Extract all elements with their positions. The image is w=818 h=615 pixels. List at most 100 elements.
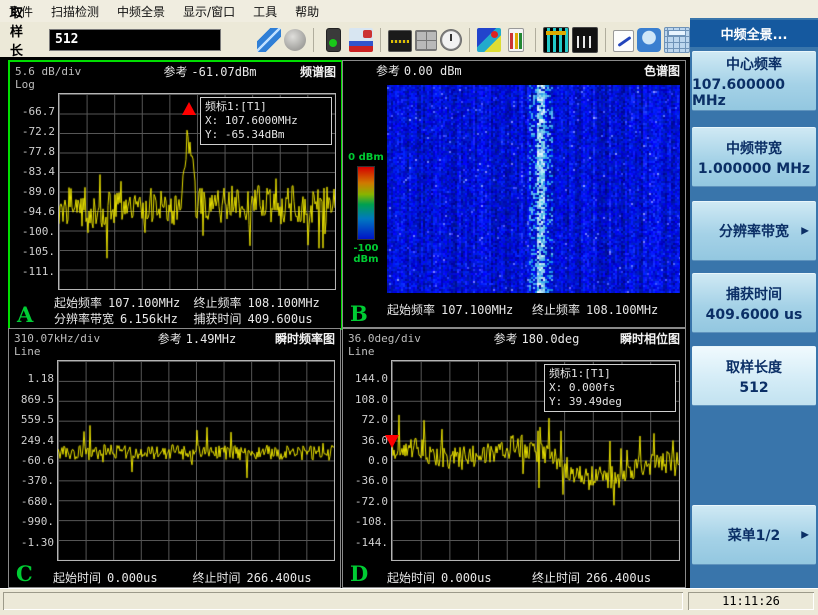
y-tick-label: -680. [20, 494, 54, 508]
y-tick-label: -77.8 [21, 144, 55, 158]
scale-per-div-label: 5.6 dB/div [15, 65, 82, 78]
marker-triangle-icon[interactable] [181, 101, 196, 115]
toolbar-separator [313, 27, 314, 52]
y-tick-label: -105. [21, 245, 55, 259]
status-bar: 11:11:26 [0, 588, 818, 615]
y-tick-label: -83.4 [21, 164, 55, 178]
marker-readout: 频标1:[T1] X: 107.6000MHz Y: -65.34dBm [200, 97, 332, 145]
y-tick-label: -990. [20, 515, 54, 529]
axis-mode-label: Line [14, 345, 41, 358]
softkey-sample-length[interactable]: 取样长度 512 [692, 346, 816, 406]
y-tick-label: 72.0 [361, 413, 389, 427]
panel-title: 频谱图 [299, 65, 336, 79]
y-tick-label: 249.4 [20, 433, 54, 447]
menu-item[interactable]: 扫描检测 [42, 1, 108, 22]
panel-b-header: 参考 0.00 dBm 色谱图 [348, 63, 680, 78]
colorbar-gradient [357, 165, 375, 240]
axis-mode-label: Log [15, 78, 35, 91]
y-tick-label: -66.7 [21, 104, 55, 118]
spectrum-bars-icon[interactable] [543, 26, 569, 53]
reference-level: 参考 -61.07dBm [163, 65, 257, 79]
panel-a-footer: 起始频率 107.100MHz 终止频率 108.100MHz 分辨率带宽 6.156… [54, 296, 320, 326]
panel-title: 瞬时频率图 [274, 332, 335, 346]
chat-icon[interactable] [637, 27, 661, 52]
softkey-if-bandwidth[interactable]: 中频带宽 1.000000 MHz [692, 127, 816, 187]
marker-readout: 频标1:[T1] X: 0.000fs Y: 39.49deg [544, 364, 676, 412]
spectrogram-plot[interactable] [387, 85, 680, 293]
reference-level: 参考 0.00 dBm [376, 64, 462, 78]
panel-c-footer: 起始时间 0.000us 终止时间 266.400us [53, 571, 312, 585]
spectrogram-canvas [387, 85, 680, 293]
menu-item[interactable]: 中频全景 [108, 1, 174, 22]
satellite-icon[interactable] [257, 27, 281, 52]
panel-b-spectrogram[interactable]: 参考 0.00 dBm 色谱图 0 dBm -100 dBm B 起始频率 107… [342, 60, 686, 328]
histogram-icon[interactable] [572, 26, 598, 53]
y-axis-ticks: -66.7 -72.2 -77.8 -83.4 -89.0 -94.6 -100. -105.… [12, 93, 58, 290]
notepad-pen-icon[interactable] [613, 29, 634, 52]
softkey-resolution-bandwidth[interactable]: 分辨率带宽 ▶ [692, 201, 816, 261]
menu-item[interactable]: 显示/窗口 [174, 1, 244, 22]
y-axis-ticks: 144.0 108.0 72.0 36.0 0.0 -36.0 -72.0 -108. -144… [345, 360, 391, 561]
y-tick-label: 1.18 [27, 372, 55, 386]
bar-chart-icon[interactable] [508, 27, 524, 52]
y-tick-label: 0.0 [368, 453, 388, 467]
toolbar: 取样长度: [0, 6, 690, 78]
softkey-center-frequency[interactable]: 中心频率 107.600000 MHz [692, 51, 816, 111]
y-tick-label: 144.0 [354, 372, 388, 386]
y-tick-label: 869.5 [20, 392, 54, 406]
axis-mode-label: Line [348, 345, 375, 358]
toolbar-icons [257, 26, 690, 53]
clock-icon[interactable] [440, 29, 462, 51]
plot-workspace: 5.6 dB/div 参考 -61.07dBm 频谱图 Log -66.7 -72… [0, 57, 690, 588]
scale-per-div-label: 310.07kHz/div [14, 332, 101, 345]
clock-cell: 11:11:26 [688, 592, 814, 610]
y-tick-label: -72.0 [354, 494, 388, 508]
y-tick-label: -370. [20, 474, 54, 488]
panel-title: 色谱图 [643, 64, 680, 78]
waveform-screen-icon[interactable] [388, 29, 412, 52]
marker-triangle-icon[interactable] [385, 434, 399, 448]
colorbar-column: 0 dBm -100 dBm [345, 85, 387, 293]
softkey-capture-time[interactable]: 捕获时间 409.6000 us [692, 273, 816, 333]
y-tick-label: -89.0 [21, 185, 55, 198]
panel-a-body: -66.7 -72.2 -77.8 -83.4 -89.0 -94.6 -100. -105.… [12, 93, 336, 290]
softkey-menu-title[interactable]: 中频全景... [690, 20, 818, 47]
y-axis-ticks: 1.18 869.5 559.5 249.4 -60.6 -370. -680. -990. -… [11, 360, 57, 561]
phase-plot[interactable]: 频标1:[T1] X: 0.000fs Y: 39.49deg [385, 360, 680, 561]
status-time: 11:11:26 [722, 594, 780, 608]
panel-a-header: 5.6 dB/div 参考 -61.07dBm 频谱图 [15, 64, 336, 79]
menu-item[interactable]: 工具 [244, 1, 286, 22]
panel-a-spectrum[interactable]: 5.6 dB/div 参考 -61.07dBm 频谱图 Log -66.7 -72… [8, 60, 343, 330]
frequency-trace-canvas [58, 361, 334, 560]
y-tick-label: -1.30 [20, 535, 54, 549]
y-tick-label: -36.0 [354, 474, 388, 488]
grid-screen-icon[interactable] [415, 30, 437, 51]
panel-b-footer: 起始频率 107.100MHz 终止频率 108.100MHz [387, 303, 659, 317]
panel-d-header: 36.0deg/div 参考 180.0deg 瞬时相位图 [348, 331, 680, 346]
toolbar-separator [535, 27, 536, 52]
spectrum-plot[interactable]: 频标1:[T1] X: 107.6000MHz Y: -65.34dBm [58, 93, 336, 290]
status-message-cell [3, 592, 683, 610]
menu-item[interactable]: 帮助 [286, 1, 328, 22]
y-tick-label: -60.6 [20, 453, 54, 467]
toolbar-separator [380, 27, 381, 52]
globe-icon[interactable] [284, 29, 306, 51]
toolbar-separator [469, 27, 470, 52]
submenu-arrow-icon: ▶ [801, 529, 809, 541]
calculator-icon[interactable] [664, 26, 690, 53]
status-light-icon[interactable] [326, 27, 341, 52]
reference-level: 参考 1.49MHz [157, 332, 237, 346]
frequency-plot[interactable] [57, 360, 335, 561]
y-tick-label: -100. [21, 225, 55, 239]
reference-level: 参考 180.0deg [493, 332, 580, 346]
panel-c-inst-frequency[interactable]: 310.07kHz/div 参考 1.49MHz 瞬时频率图 Line 1.18… [8, 328, 341, 588]
video-camera-icon[interactable] [349, 27, 373, 52]
panel-c-body: 1.18 869.5 559.5 249.4 -60.6 -370. -680. -990. -… [11, 360, 335, 561]
softkey-panel: 中频全景... 中心频率 107.600000 MHz 中频带宽 1.00000… [690, 18, 818, 588]
panel-d-inst-phase[interactable]: 36.0deg/div 参考 180.0deg 瞬时相位图 Line 144.0… [342, 328, 686, 588]
y-tick-label: -72.2 [21, 124, 55, 138]
color-spectrum-icon[interactable] [477, 27, 501, 52]
softkey-menu-page[interactable]: 菜单1/2 ▶ [692, 505, 816, 565]
y-tick-label: -108. [354, 515, 388, 529]
sample-length-input[interactable] [49, 28, 221, 51]
